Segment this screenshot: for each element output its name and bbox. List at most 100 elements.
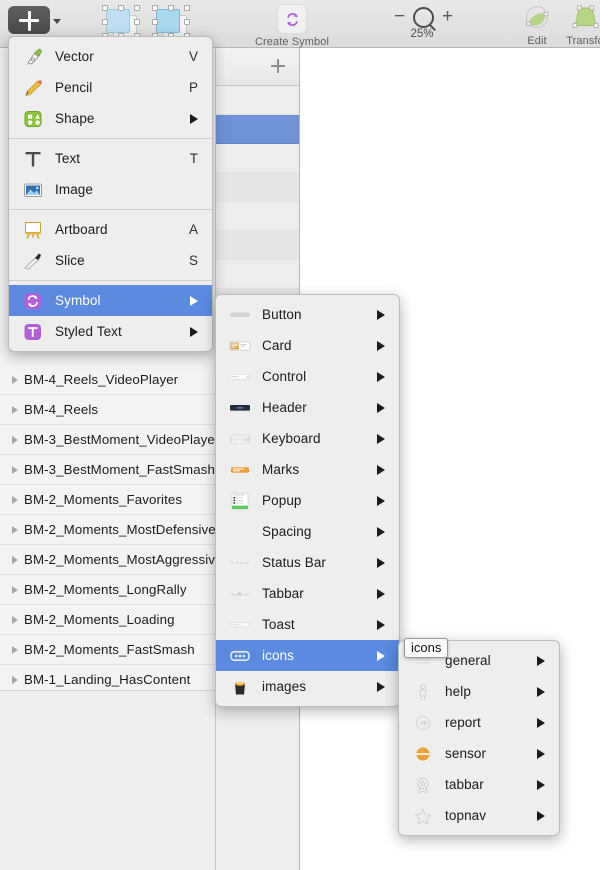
menu-item-shortcut: V: [189, 49, 212, 64]
list-item[interactable]: [216, 260, 299, 289]
menu-item-label: general: [445, 653, 537, 668]
layer-row[interactable]: BM-2_Moments_Loading: [0, 605, 215, 635]
chevron-right-icon[interactable]: [6, 586, 24, 594]
menu-item-icons[interactable]: icons: [216, 640, 399, 671]
menu-separator: [9, 209, 212, 210]
layer-row[interactable]: BM-3_BestMoment_FastSmashe: [0, 455, 215, 485]
chevron-right-icon[interactable]: [6, 646, 24, 654]
button-thumb: [226, 304, 254, 326]
menu-item-label: help: [445, 684, 537, 699]
edit-button[interactable]: Edit: [514, 0, 560, 48]
menu-item-artboard[interactable]: ArtboardA: [9, 214, 212, 245]
list-item[interactable]: [216, 231, 299, 260]
chevron-right-icon[interactable]: [6, 436, 24, 444]
menu-item-label: images: [262, 679, 377, 694]
list-item[interactable]: [216, 86, 299, 115]
zoom-in-button[interactable]: +: [442, 6, 453, 28]
menu-item-header[interactable]: Header: [216, 392, 399, 423]
menu-item-tabbar[interactable]: Tabbar: [216, 578, 399, 609]
layer-row[interactable]: BM-2_Moments_MostAggressive: [0, 545, 215, 575]
chevron-right-icon: [377, 589, 385, 599]
layer-row[interactable]: BM-4_Reels_VideoPlayer: [0, 365, 215, 395]
menu-item-text[interactable]: TextT: [9, 143, 212, 174]
chevron-right-icon[interactable]: [6, 556, 24, 564]
menu-item-button[interactable]: Button: [216, 299, 399, 330]
create-symbol-label: Create Symbol: [255, 36, 329, 48]
list-item[interactable]: [216, 144, 299, 173]
layer-name: BM-2_Moments_Loading: [24, 612, 175, 627]
insert-button[interactable]: [8, 6, 50, 34]
layer-row[interactable]: BM-2_Moments_LongRally: [0, 575, 215, 605]
menu-item-label: Spacing: [262, 524, 377, 539]
chevron-right-icon[interactable]: [6, 406, 24, 414]
symbol-submenu[interactable]: Button Card ControlHeader Keyboard Marks Popu…: [215, 294, 400, 707]
menu-item-control[interactable]: Control: [216, 361, 399, 392]
menu-item-label: Keyboard: [262, 431, 377, 446]
zoom-out-button[interactable]: −: [394, 6, 405, 28]
layer-row[interactable]: BM-4_Reels: [0, 395, 215, 425]
layer-row[interactable]: BM-2_Moments_MostDefensive: [0, 515, 215, 545]
create-symbol-button[interactable]: Create Symbol: [248, 0, 336, 48]
menu-item-popup[interactable]: Popup: [216, 485, 399, 516]
chevron-right-icon: [537, 749, 545, 759]
add-page-button[interactable]: [271, 59, 285, 73]
layer-name: BM-3_BestMoment_VideoPlayer: [24, 432, 216, 447]
edit-shape-icon: [522, 3, 552, 33]
chevron-right-icon[interactable]: [6, 466, 24, 474]
menu-item-pencil[interactable]: PencilP: [9, 72, 212, 103]
menu-item-tabbar[interactable]: tabbar: [399, 769, 559, 800]
none: [226, 521, 254, 543]
menu-item-label: Toast: [262, 617, 377, 632]
insert-menu[interactable]: VectorVPencilPShape TextTImage ArtboardASl…: [8, 36, 213, 352]
layer-row[interactable]: BM-2_Moments_Favorites: [0, 485, 215, 515]
icons-submenu[interactable]: general help reportsensortabbartopnav: [398, 640, 560, 836]
transform-button[interactable]: Transfo: [560, 0, 600, 48]
menu-item-image[interactable]: Image: [9, 174, 212, 205]
menu-item-label: Marks: [262, 462, 377, 477]
layer-row[interactable]: BM-3_BestMoment_VideoPlayer: [0, 425, 215, 455]
menu-item-label: Card: [262, 338, 377, 353]
list-item[interactable]: [216, 115, 299, 144]
menu-item-label: Button: [262, 307, 377, 322]
menu-item-shortcut: T: [190, 151, 212, 166]
menu-item-vector[interactable]: VectorV: [9, 41, 212, 72]
chevron-right-icon[interactable]: [6, 376, 24, 384]
chevron-down-icon[interactable]: [53, 19, 61, 24]
image-icon: [19, 179, 47, 201]
icons-thumb: [226, 645, 254, 667]
menu-item-marks[interactable]: Marks: [216, 454, 399, 485]
menu-item-report[interactable]: report: [399, 707, 559, 738]
menu-item-images[interactable]: images: [216, 671, 399, 702]
images-thumb: [226, 676, 254, 698]
chevron-right-icon[interactable]: [6, 496, 24, 504]
chevron-right-icon: [537, 780, 545, 790]
pencil-icon: [19, 77, 47, 99]
list-item[interactable]: [216, 202, 299, 231]
chevron-right-icon: [190, 114, 198, 124]
menu-item-shape[interactable]: Shape: [9, 103, 212, 134]
menu-item-help[interactable]: help: [399, 676, 559, 707]
chevron-right-icon[interactable]: [6, 676, 24, 684]
menu-item-slice[interactable]: SliceS: [9, 245, 212, 276]
menu-item-spacing[interactable]: Spacing: [216, 516, 399, 547]
menu-item-styled-text[interactable]: Styled Text: [9, 316, 212, 347]
menu-item-topnav[interactable]: topnav: [399, 800, 559, 831]
menu-item-keyboard[interactable]: Keyboard: [216, 423, 399, 454]
list-item[interactable]: [216, 173, 299, 202]
chevron-right-icon: [190, 327, 198, 337]
chevron-right-icon: [377, 527, 385, 537]
text-icon: [19, 148, 47, 170]
menu-item-status-bar[interactable]: Status Bar: [216, 547, 399, 578]
star-thumb: [409, 805, 437, 827]
layer-name: BM-4_Reels: [24, 402, 98, 417]
chevron-right-icon[interactable]: [6, 526, 24, 534]
chevron-right-icon: [377, 403, 385, 413]
menu-item-sensor[interactable]: sensor: [399, 738, 559, 769]
menu-item-symbol[interactable]: Symbol: [9, 285, 212, 316]
layer-row[interactable]: BM-2_Moments_FastSmash: [0, 635, 215, 665]
keyboard-thumb: [226, 428, 254, 450]
zoom-controls: − + 25%: [394, 0, 470, 48]
menu-item-card[interactable]: Card: [216, 330, 399, 361]
menu-item-toast[interactable]: Toast: [216, 609, 399, 640]
chevron-right-icon[interactable]: [6, 616, 24, 624]
